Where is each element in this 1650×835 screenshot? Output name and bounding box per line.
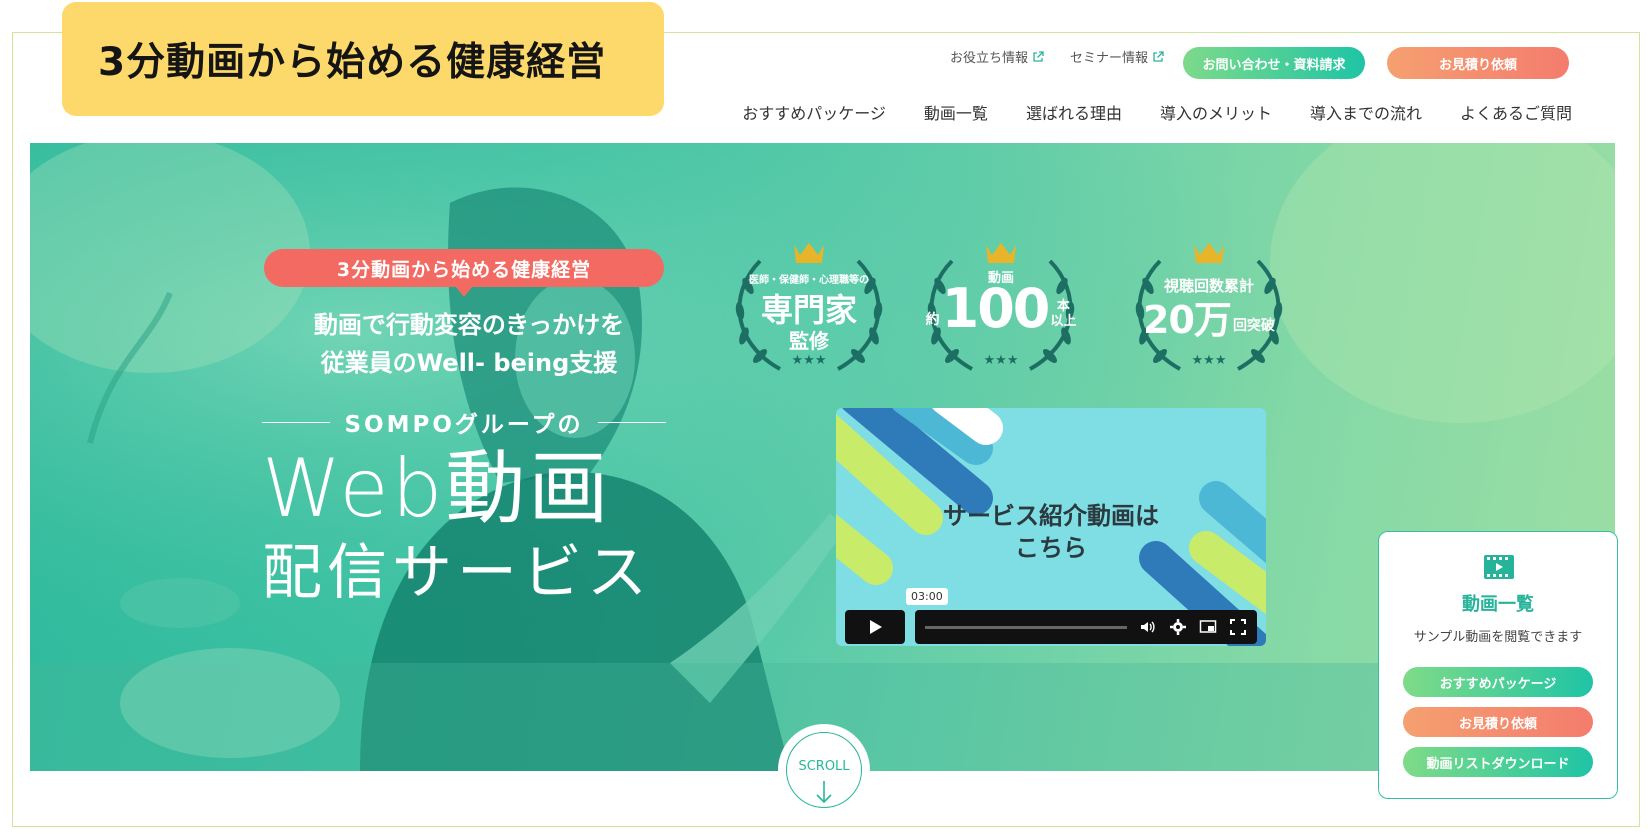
video-list-side-panel: 動画一覧 サンプル動画を閲覧できます おすすめパッケージ お見積り依頼 動画リス…: [1378, 531, 1618, 799]
volume-icon[interactable]: [1139, 618, 1157, 636]
picture-in-picture-icon[interactable]: [1199, 618, 1217, 636]
video-controls: [845, 610, 1257, 644]
award-main-row: 20万 回突破: [1120, 299, 1298, 341]
video-clapper-icon: [1484, 555, 1514, 579]
award-prefix: 約: [925, 312, 940, 328]
external-link-icon: [1033, 50, 1044, 62]
nav-flow[interactable]: 導入までの流れ: [1310, 100, 1422, 124]
side-panel-title: 動画一覧: [1462, 594, 1534, 615]
nav-reasons[interactable]: 選ばれる理由: [1026, 100, 1122, 124]
settings-gear-icon[interactable]: [1169, 618, 1187, 636]
award-suffix: 回突破: [1232, 318, 1275, 334]
nav-merits[interactable]: 導入のメリット: [1160, 100, 1272, 124]
side-panel-subtitle: サンプル動画を閲覧できます: [1413, 630, 1583, 645]
scroll-label: SCROLL: [798, 759, 850, 774]
crown-icon: [794, 243, 824, 263]
brand-name: SOMPOグループの: [344, 412, 584, 438]
util-link-useful-info[interactable]: お役立ち情報: [950, 47, 1044, 66]
award-video-count: 動画 約 100 本 以上 ★★★: [912, 241, 1090, 381]
award-suffix-2: 以上: [1050, 314, 1077, 329]
service-title-1: Web動画: [262, 442, 612, 535]
award-main-text: 20万: [1143, 298, 1232, 342]
estimate-button[interactable]: お見積り依頼: [1387, 47, 1569, 79]
side-estimate-button[interactable]: お見積り依頼: [1403, 707, 1593, 737]
arrow-down-icon: [816, 781, 832, 804]
nav-video-list[interactable]: 動画一覧: [924, 100, 988, 124]
award-stars: ★★★: [1191, 353, 1227, 368]
play-icon: [870, 620, 882, 634]
utility-nav: お役立ち情報 セミナー情報: [950, 47, 1164, 66]
nav-recommended-package[interactable]: おすすめパッケージ: [742, 100, 886, 124]
video-caption-line-2: こちら: [1015, 534, 1087, 562]
external-link-icon: [1153, 50, 1164, 62]
util-link-label: お役立ち情報: [950, 51, 1029, 66]
crown-icon: [1194, 243, 1224, 263]
divider: [262, 421, 331, 423]
side-recommended-package-button[interactable]: おすすめパッケージ: [1403, 667, 1593, 697]
tagline-line-1: 動画で行動変容のきっかけを: [313, 311, 625, 339]
nav-faq[interactable]: よくあるご質問: [1460, 100, 1572, 124]
hero-tagline: 動画で行動変容のきっかけを 従業員のWell- being支援: [274, 306, 664, 382]
video-duration: 03:00: [906, 588, 948, 605]
tagline-line-2: 従業員のWell- being支援: [320, 349, 618, 377]
video-progress-track[interactable]: [925, 625, 1127, 629]
video-control-bar: [915, 610, 1257, 644]
award-suffix: 本 以上: [1050, 299, 1076, 337]
award-experts: 医師・保健師・心理職等の 専門家 監修 ★★★: [720, 241, 898, 381]
scroll-indicator[interactable]: SCROLL: [778, 724, 870, 816]
title-badge: 3分動画から始める健康経営: [62, 2, 664, 116]
contact-button[interactable]: お問い合わせ・資料請求: [1183, 47, 1365, 79]
util-link-seminar[interactable]: セミナー情報: [1070, 47, 1164, 66]
play-button[interactable]: [845, 610, 905, 644]
award-main-row: 約 100 本 以上: [912, 281, 1090, 337]
hero-ribbon: 3分動画から始める健康経営: [264, 249, 664, 297]
award-bottom-text: 監修: [789, 329, 829, 353]
award-stars: ★★★: [791, 353, 827, 368]
video-caption-line-1: サービス紹介動画は: [943, 502, 1159, 530]
brand-line: SOMPOグループの: [262, 405, 667, 439]
award-top-text: 視聴回数累計: [1163, 277, 1254, 295]
video-caption: サービス紹介動画は こちら: [836, 500, 1266, 564]
award-main-text: 100: [941, 277, 1051, 340]
side-video-list-download-button[interactable]: 動画リストダウンロード: [1403, 747, 1593, 777]
award-top-text: 医師・保健師・心理職等の: [749, 275, 869, 286]
award-stars: ★★★: [983, 353, 1019, 368]
intro-video-player[interactable]: サービス紹介動画は こちら 03:00: [836, 408, 1266, 646]
service-title-2: 配信サービス: [262, 538, 652, 608]
fullscreen-icon[interactable]: [1229, 618, 1247, 636]
util-link-label: セミナー情報: [1070, 51, 1149, 66]
crown-icon: [986, 243, 1016, 263]
main-nav: おすすめパッケージ 動画一覧 選ばれる理由 導入のメリット 導入までの流れ よく…: [742, 100, 1572, 124]
award-views: 視聴回数累計 20万 回突破 ★★★: [1120, 241, 1298, 381]
award-suffix-1: 本: [1056, 299, 1070, 314]
divider: [597, 421, 667, 423]
